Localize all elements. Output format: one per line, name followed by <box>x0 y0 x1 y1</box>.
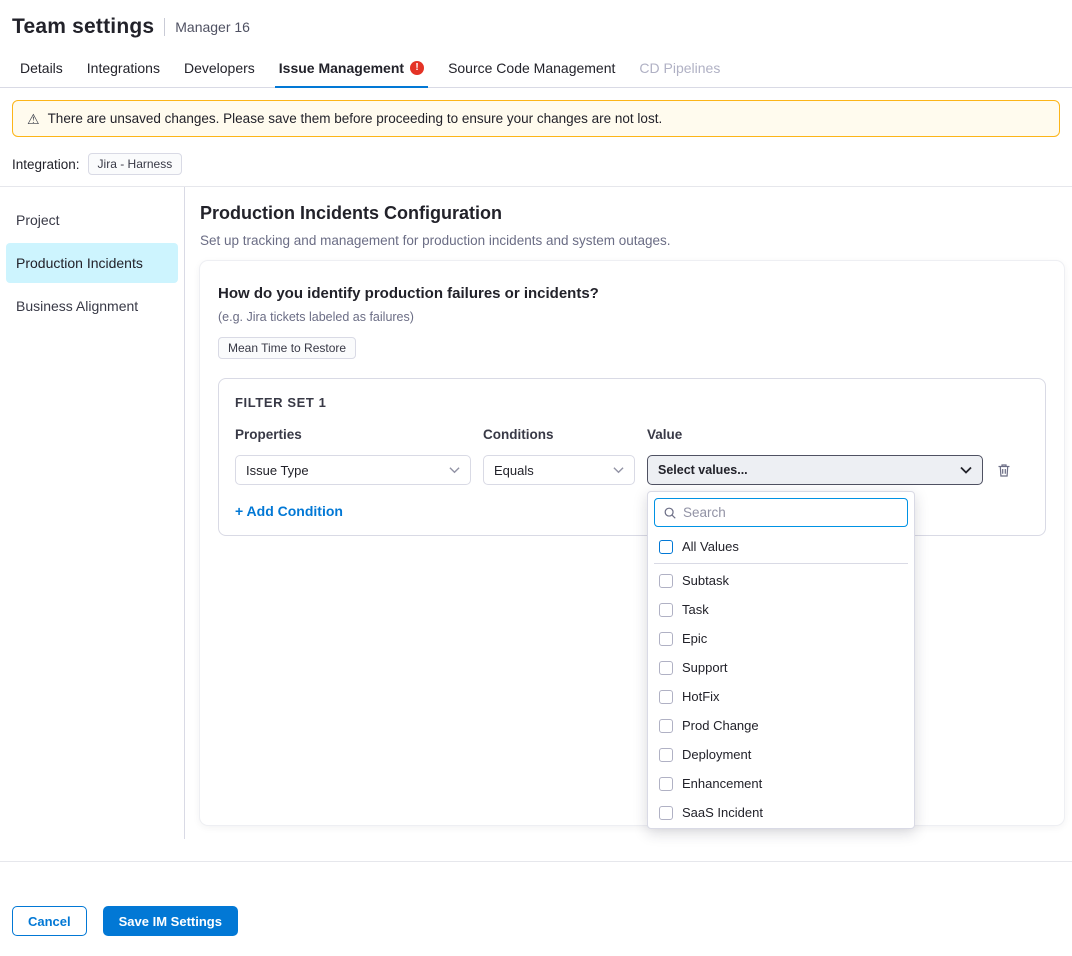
search-input[interactable] <box>683 505 899 520</box>
metric-chip[interactable]: Mean Time to Restore <box>218 337 356 359</box>
column-label-properties: Properties <box>235 427 471 442</box>
tab-bar: Details Integrations Developers Issue Ma… <box>0 48 1072 88</box>
question-hint: (e.g. Jira tickets labeled as failures) <box>218 310 1046 324</box>
chevron-down-icon <box>960 466 972 474</box>
option-label: Epic <box>682 631 707 646</box>
checkbox-icon[interactable] <box>659 690 673 704</box>
chevron-down-icon <box>613 466 624 474</box>
option-label: SaaS Incident <box>682 805 763 820</box>
add-condition-button[interactable]: + Add Condition <box>235 503 343 519</box>
title-divider <box>164 18 165 36</box>
option-label: Support <box>682 660 728 675</box>
page-title: Team settings <box>12 15 154 39</box>
tab-label: Integrations <box>87 60 160 76</box>
option-label: Task <box>682 602 709 617</box>
dropdown-option[interactable]: Task <box>654 595 908 624</box>
tab-label: Developers <box>184 60 255 76</box>
value-cell: Select values... <box>647 455 983 485</box>
dropdown-option[interactable]: Subtask <box>654 566 908 595</box>
sidebar-item-label: Production Incidents <box>16 255 143 271</box>
dropdown-option[interactable]: SaaS Incident <box>654 798 908 827</box>
integration-row: Integration: Jira - Harness <box>0 149 1072 186</box>
dropdown-option[interactable]: HotFix <box>654 682 908 711</box>
tab-label: Issue Management <box>279 60 404 76</box>
content-area: Project Production Incidents Business Al… <box>0 187 1072 839</box>
chevron-down-icon <box>449 466 460 474</box>
tab[interactable]: Source Code Management <box>438 48 625 87</box>
value-dropdown: All Values Subtask <box>647 491 915 829</box>
sidebar-item[interactable]: Production Incidents <box>6 243 178 283</box>
checkbox-icon[interactable] <box>659 540 673 554</box>
checkbox-icon[interactable] <box>659 748 673 762</box>
checkbox-icon[interactable] <box>659 574 673 588</box>
option-label: Subtask <box>682 573 729 588</box>
save-im-settings-button[interactable]: Save IM Settings <box>103 906 238 936</box>
cancel-button[interactable]: Cancel <box>12 906 87 936</box>
page-header: Team settings Manager 16 <box>0 0 1072 48</box>
search-icon <box>663 506 677 520</box>
main-panel: Production Incidents Configuration Set u… <box>185 187 1072 839</box>
delete-filter-button[interactable] <box>995 461 1013 479</box>
dropdown-search <box>654 498 908 527</box>
filter-column-headers: Properties Conditions Value <box>235 427 1029 442</box>
sidebar-item-label: Business Alignment <box>16 298 138 314</box>
column-label-conditions: Conditions <box>483 427 635 442</box>
section-subtitle: Set up tracking and management for produ… <box>200 233 1064 248</box>
tab-label: CD Pipelines <box>639 60 720 76</box>
sidebar-item[interactable]: Project <box>6 200 178 240</box>
checkbox-icon[interactable] <box>659 719 673 733</box>
sidebar-item[interactable]: Business Alignment <box>6 286 178 326</box>
page-subtitle: Manager 16 <box>175 19 250 35</box>
checkbox-icon[interactable] <box>659 661 673 675</box>
filter-set: FILTER SET 1 Properties Conditions Value… <box>218 378 1046 536</box>
properties-select-value: Issue Type <box>246 463 309 478</box>
option-label: Deployment <box>682 747 751 762</box>
section-title: Production Incidents Configuration <box>200 203 1064 224</box>
alert-badge-icon: ! <box>410 61 424 75</box>
tab[interactable]: Developers <box>174 48 265 87</box>
tab[interactable]: CD Pipelines <box>629 48 730 87</box>
warning-icon: ⚠ <box>27 112 40 126</box>
tab-label: Source Code Management <box>448 60 615 76</box>
dropdown-option[interactable]: Deployment <box>654 740 908 769</box>
tab[interactable]: Integrations <box>77 48 170 87</box>
filter-set-title: FILTER SET 1 <box>235 395 1029 410</box>
checkbox-icon[interactable] <box>659 603 673 617</box>
dropdown-option[interactable]: Enhancement <box>654 769 908 798</box>
tab[interactable]: Issue Management ! <box>269 48 434 87</box>
tab-label: Details <box>20 60 63 76</box>
filter-row: Issue Type Equals <box>235 455 1029 485</box>
page: Team settings Manager 16 Details Integra… <box>0 0 1072 956</box>
dropdown-option[interactable]: Support <box>654 653 908 682</box>
value-select[interactable]: Select values... <box>647 455 983 485</box>
option-label: HotFix <box>682 689 720 704</box>
tab[interactable]: Details <box>10 48 73 87</box>
dropdown-option[interactable]: Customer Notification <box>654 827 908 829</box>
banner-text: There are unsaved changes. Please save t… <box>48 111 663 126</box>
question-heading: How do you identify production failures … <box>218 285 1046 302</box>
conditions-select-value: Equals <box>494 463 534 478</box>
dropdown-divider <box>654 563 908 564</box>
checkbox-icon[interactable] <box>659 777 673 791</box>
option-label: Prod Change <box>682 718 759 733</box>
unsaved-changes-banner: ⚠ There are unsaved changes. Please save… <box>12 100 1060 137</box>
incidents-config-card: How do you identify production failures … <box>200 261 1064 825</box>
value-select-placeholder: Select values... <box>658 463 748 477</box>
dropdown-options: Subtask Task <box>654 566 908 829</box>
column-label-value: Value <box>647 427 983 442</box>
checkbox-icon[interactable] <box>659 806 673 820</box>
dropdown-option[interactable]: Epic <box>654 624 908 653</box>
dropdown-option[interactable]: Prod Change <box>654 711 908 740</box>
integration-label: Integration: <box>12 157 80 172</box>
properties-select[interactable]: Issue Type <box>235 455 471 485</box>
settings-sidebar: Project Production Incidents Business Al… <box>0 187 185 839</box>
integration-chip[interactable]: Jira - Harness <box>88 153 183 175</box>
option-label: Enhancement <box>682 776 762 791</box>
option-all-values[interactable]: All Values <box>654 532 908 561</box>
conditions-select[interactable]: Equals <box>483 455 635 485</box>
footer-actions: Cancel Save IM Settings <box>0 862 1072 936</box>
option-label: All Values <box>682 539 739 554</box>
checkbox-icon[interactable] <box>659 632 673 646</box>
sidebar-item-label: Project <box>16 212 60 228</box>
